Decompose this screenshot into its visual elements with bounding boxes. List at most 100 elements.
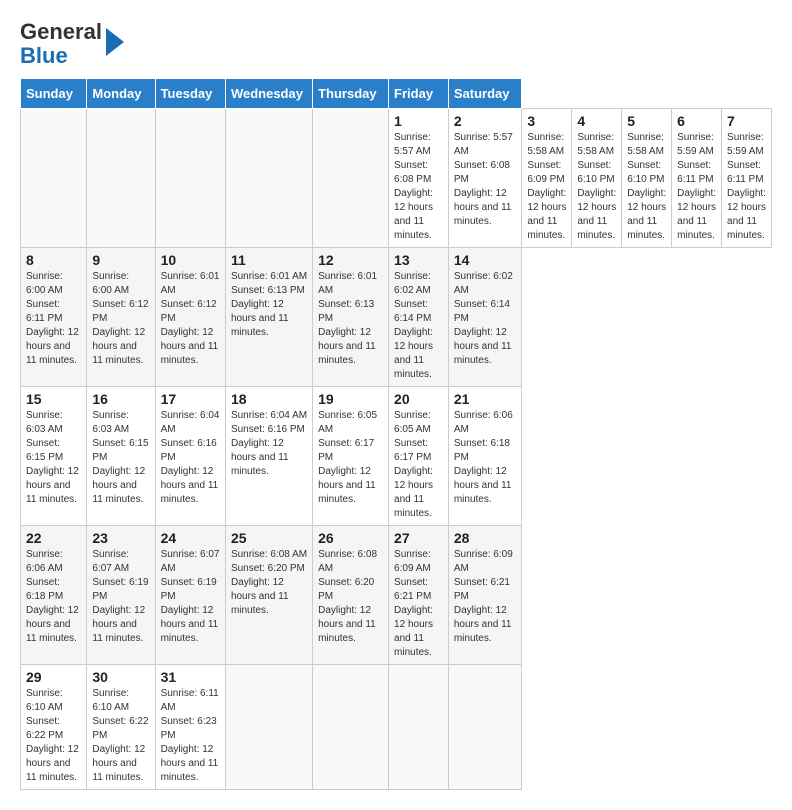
weekday-header-thursday: Thursday [313,79,389,109]
calendar-cell: 9 Sunrise: 6:00 AMSunset: 6:12 PMDaylight… [87,248,155,387]
calendar-header: SundayMondayTuesdayWednesdayThursdayFrid… [21,79,772,109]
logo-general: General [20,19,102,44]
calendar-cell: 17Sunrise: 6:04 AMSunset: 6:16 PMDayligh… [155,387,225,526]
calendar-cell: 12 Sunrise: 6:01 AMSunset: 6:13 PMDayligh… [313,248,389,387]
day-info: Sunrise: 6:05 AMSunset: 6:17 PMDaylight:… [394,409,443,521]
day-info: Sunrise: 6:00 AMSunset: 6:12 PMDaylight:… [92,270,149,368]
calendar-cell [87,109,155,248]
calendar-cell [313,109,389,248]
day-info: Sunrise: 6:11 AMSunset: 6:23 PMDaylight:… [161,687,220,785]
day-number: 22 [26,530,81,546]
day-number: 28 [454,530,517,546]
day-number: 19 [318,391,383,407]
calendar-table: SundayMondayTuesdayWednesdayThursdayFrid… [20,78,772,790]
day-info: Sunrise: 6:09 AMSunset: 6:21 PMDaylight:… [454,548,517,646]
calendar-cell [448,665,522,790]
day-info: Sunrise: 6:03 AMSunset: 6:15 PMDaylight:… [92,409,149,507]
calendar-cell: 22 Sunrise: 6:06 AMSunset: 6:18 PMDayligh… [21,526,87,665]
day-number: 18 [231,391,307,407]
logo-arrow-icon [106,28,124,56]
calendar-cell [225,109,312,248]
day-info: Sunrise: 6:07 AMSunset: 6:19 PMDaylight:… [161,548,220,646]
calendar-cell: 15 Sunrise: 6:03 AMSunset: 6:15 PMDayligh… [21,387,87,526]
calendar-week-1: 1 Sunrise: 5:57 AMSunset: 6:08 PMDaylight… [21,109,772,248]
day-info: Sunrise: 5:57 AMSunset: 6:08 PMDaylight:… [394,131,443,243]
weekday-header-friday: Friday [389,79,449,109]
day-number: 4 [577,113,616,129]
weekday-header-tuesday: Tuesday [155,79,225,109]
calendar-cell: 26Sunrise: 6:08 AMSunset: 6:20 PMDayligh… [313,526,389,665]
day-number: 30 [92,669,149,685]
page-header: General Blue [20,20,772,68]
weekday-header-sunday: Sunday [21,79,87,109]
day-info: Sunrise: 6:05 AMSunset: 6:17 PMDaylight:… [318,409,383,507]
day-info: Sunrise: 5:58 AMSunset: 6:09 PMDaylight:… [527,131,566,243]
day-number: 9 [92,252,149,268]
logo: General Blue [20,20,124,68]
calendar-cell: 29 Sunrise: 6:10 AMSunset: 6:22 PMDayligh… [21,665,87,790]
calendar-cell: 11 Sunrise: 6:01 AMSunset: 6:13 PMDayligh… [225,248,312,387]
calendar-cell: 25 Sunrise: 6:08 AMSunset: 6:20 PMDayligh… [225,526,312,665]
weekday-header-row: SundayMondayTuesdayWednesdayThursdayFrid… [21,79,772,109]
calendar-cell: 23Sunrise: 6:07 AMSunset: 6:19 PMDayligh… [87,526,155,665]
calendar-week-4: 22 Sunrise: 6:06 AMSunset: 6:18 PMDayligh… [21,526,772,665]
day-number: 15 [26,391,81,407]
calendar-cell: 31Sunrise: 6:11 AMSunset: 6:23 PMDayligh… [155,665,225,790]
calendar-cell [389,665,449,790]
calendar-cell [313,665,389,790]
day-number: 25 [231,530,307,546]
day-info: Sunrise: 6:06 AMSunset: 6:18 PMDaylight:… [26,548,81,646]
day-info: Sunrise: 6:10 AMSunset: 6:22 PMDaylight:… [26,687,81,785]
logo-blue: Blue [20,43,68,68]
day-number: 14 [454,252,517,268]
day-number: 17 [161,391,220,407]
day-number: 10 [161,252,220,268]
day-info: Sunrise: 5:59 AMSunset: 6:11 PMDaylight:… [677,131,716,243]
calendar-cell: 20Sunrise: 6:05 AMSunset: 6:17 PMDayligh… [389,387,449,526]
weekday-header-saturday: Saturday [448,79,522,109]
day-info: Sunrise: 5:58 AMSunset: 6:10 PMDaylight:… [627,131,666,243]
calendar-cell: 14 Sunrise: 6:02 AMSunset: 6:14 PMDayligh… [448,248,522,387]
day-info: Sunrise: 6:02 AMSunset: 6:14 PMDaylight:… [394,270,443,382]
day-info: Sunrise: 6:08 AMSunset: 6:20 PMDaylight:… [231,548,307,618]
day-number: 16 [92,391,149,407]
day-number: 24 [161,530,220,546]
calendar-cell: 4 Sunrise: 5:58 AMSunset: 6:10 PMDaylight… [572,109,622,248]
calendar-cell: 2Sunrise: 5:57 AMSunset: 6:08 PMDaylight… [448,109,522,248]
day-number: 27 [394,530,443,546]
day-number: 26 [318,530,383,546]
weekday-header-wednesday: Wednesday [225,79,312,109]
calendar-cell: 8 Sunrise: 6:00 AMSunset: 6:11 PMDaylight… [21,248,87,387]
day-info: Sunrise: 6:09 AMSunset: 6:21 PMDaylight:… [394,548,443,660]
day-info: Sunrise: 5:57 AMSunset: 6:08 PMDaylight:… [454,131,517,229]
day-number: 7 [727,113,766,129]
day-info: Sunrise: 6:03 AMSunset: 6:15 PMDaylight:… [26,409,81,507]
calendar-cell: 10 Sunrise: 6:01 AMSunset: 6:12 PMDayligh… [155,248,225,387]
calendar-cell: 13Sunrise: 6:02 AMSunset: 6:14 PMDayligh… [389,248,449,387]
day-info: Sunrise: 6:02 AMSunset: 6:14 PMDaylight:… [454,270,517,368]
calendar-cell: 5Sunrise: 5:58 AMSunset: 6:10 PMDaylight… [622,109,672,248]
weekday-header-monday: Monday [87,79,155,109]
day-number: 29 [26,669,81,685]
day-info: Sunrise: 5:59 AMSunset: 6:11 PMDaylight:… [727,131,766,243]
day-info: Sunrise: 5:58 AMSunset: 6:10 PMDaylight:… [577,131,616,243]
calendar-cell: 18 Sunrise: 6:04 AMSunset: 6:16 PMDayligh… [225,387,312,526]
calendar-week-2: 8 Sunrise: 6:00 AMSunset: 6:11 PMDaylight… [21,248,772,387]
day-info: Sunrise: 6:01 AMSunset: 6:13 PMDaylight:… [318,270,383,368]
day-number: 6 [677,113,716,129]
day-number: 12 [318,252,383,268]
calendar-cell: 27 Sunrise: 6:09 AMSunset: 6:21 PMDayligh… [389,526,449,665]
calendar-cell: 28 Sunrise: 6:09 AMSunset: 6:21 PMDayligh… [448,526,522,665]
day-info: Sunrise: 6:01 AMSunset: 6:12 PMDaylight:… [161,270,220,368]
day-info: Sunrise: 6:00 AMSunset: 6:11 PMDaylight:… [26,270,81,368]
day-number: 23 [92,530,149,546]
day-number: 8 [26,252,81,268]
day-info: Sunrise: 6:01 AMSunset: 6:13 PMDaylight:… [231,270,307,340]
day-number: 3 [527,113,566,129]
calendar-cell: 24 Sunrise: 6:07 AMSunset: 6:19 PMDayligh… [155,526,225,665]
day-number: 11 [231,252,307,268]
day-info: Sunrise: 6:04 AMSunset: 6:16 PMDaylight:… [231,409,307,479]
calendar-cell [225,665,312,790]
day-number: 1 [394,113,443,129]
day-number: 21 [454,391,517,407]
